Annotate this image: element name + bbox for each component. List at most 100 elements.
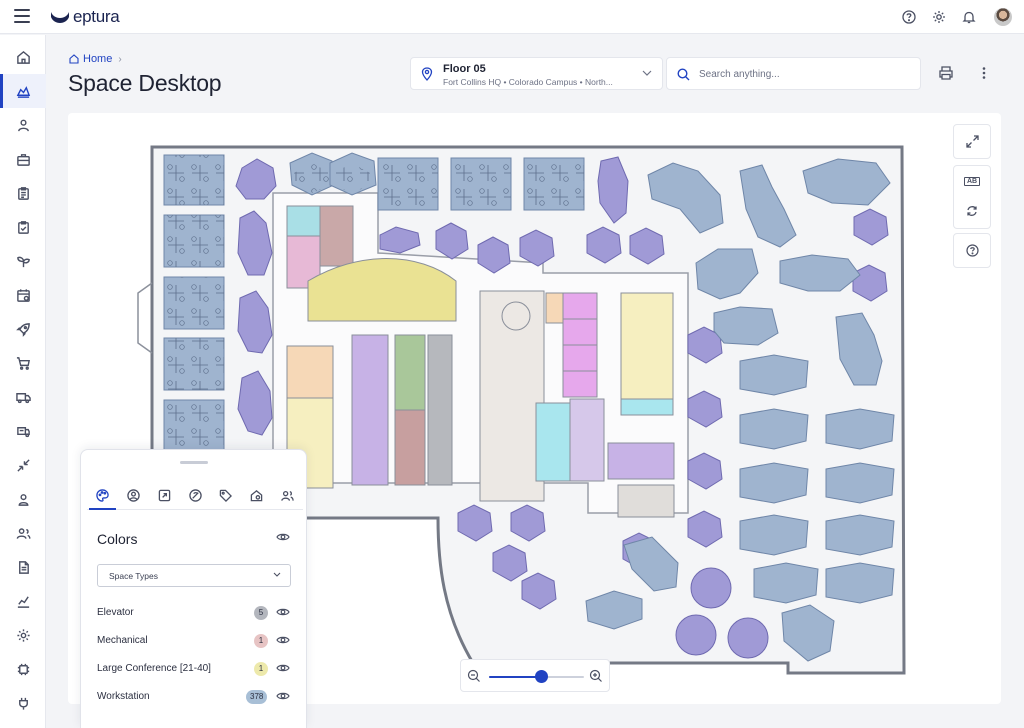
room-open-area[interactable] — [479, 290, 545, 502]
nav-plug-icon[interactable] — [0, 686, 46, 720]
workstation-cluster[interactable] — [163, 154, 225, 206]
help-circle-icon[interactable] — [900, 8, 918, 26]
help-control — [953, 233, 991, 268]
room-green[interactable] — [394, 334, 426, 411]
legend-row[interactable]: Large Conference [21-40] 1 — [97, 661, 297, 677]
tab-home-settings-icon[interactable] — [241, 482, 272, 509]
nav-document-icon[interactable] — [0, 550, 46, 584]
eye-icon[interactable] — [276, 691, 290, 701]
oct-pod[interactable] — [675, 614, 717, 656]
tab-people-icon[interactable] — [272, 482, 303, 509]
floor-location: Fort Collins HQ • Colorado Campus • Nort… — [443, 77, 613, 87]
nav-cart-icon[interactable] — [0, 346, 46, 380]
brand-logo[interactable]: eptura — [50, 7, 120, 27]
nav-clipboard-list-icon[interactable] — [0, 176, 46, 210]
workstation-pod[interactable] — [739, 354, 809, 396]
eye-icon[interactable] — [276, 607, 290, 617]
room-stair-2[interactable] — [617, 484, 675, 518]
workstation-cluster[interactable] — [163, 276, 225, 330]
room-elevator[interactable] — [319, 205, 354, 267]
room-lavender-2[interactable] — [569, 398, 605, 482]
workstation-cluster[interactable] — [377, 157, 439, 211]
workstation-cluster[interactable] — [450, 157, 512, 211]
legend-row[interactable]: Workstation 378 — [97, 689, 297, 705]
nav-home-icon[interactable] — [0, 40, 46, 74]
eye-icon[interactable] — [276, 663, 290, 673]
more-vertical-icon[interactable] — [979, 65, 989, 81]
room-stair[interactable] — [286, 205, 321, 237]
floor-selector[interactable]: Floor 05 Fort Collins HQ • Colorado Camp… — [410, 57, 663, 90]
gear-icon[interactable] — [930, 8, 948, 26]
workstation-pod[interactable] — [825, 562, 895, 604]
room-cyan[interactable] — [535, 402, 571, 482]
hamburger-menu-icon[interactable] — [14, 9, 30, 23]
workstation-pod[interactable] — [739, 462, 809, 504]
room-magenta-2[interactable] — [562, 318, 598, 346]
nav-user-badge-icon[interactable] — [0, 482, 46, 516]
zoom-slider-thumb[interactable] — [535, 670, 549, 683]
nav-truck-icon[interactable] — [0, 380, 46, 414]
nav-spaces-icon[interactable] — [0, 74, 46, 108]
workstation-cluster[interactable] — [163, 399, 225, 453]
nav-people-icon[interactable] — [0, 108, 46, 142]
room-peach-large[interactable] — [286, 345, 334, 399]
nav-clipboard-check-icon[interactable] — [0, 210, 46, 244]
workstation-cluster[interactable] — [523, 157, 585, 211]
nav-users-icon[interactable] — [0, 516, 46, 550]
zoom-control — [460, 659, 610, 692]
nav-chip-icon[interactable] — [0, 652, 46, 686]
workstation-pod[interactable] — [825, 514, 895, 556]
bell-icon[interactable] — [960, 8, 978, 26]
zoom-in-icon[interactable] — [589, 669, 603, 683]
nav-rocket-icon[interactable] — [0, 312, 46, 346]
oct-pod[interactable] — [727, 617, 769, 659]
room-cream-grid[interactable] — [620, 292, 674, 400]
user-avatar[interactable] — [994, 8, 1012, 26]
nav-chart-icon[interactable] — [0, 584, 46, 618]
nav-sprout-icon[interactable] — [0, 244, 46, 278]
expand-icon[interactable] — [954, 125, 990, 158]
workstation-pod[interactable] — [825, 462, 895, 504]
workstation-pod[interactable] — [739, 408, 809, 450]
oct-pod[interactable] — [690, 567, 732, 609]
workstation-cluster[interactable] — [163, 337, 225, 391]
nav-briefcase-icon[interactable] — [0, 142, 46, 176]
room-cyan-strip[interactable] — [620, 398, 674, 416]
zoom-out-icon[interactable] — [467, 669, 481, 683]
tab-person-icon[interactable] — [118, 482, 149, 509]
breadcrumb-home-link[interactable]: Home — [83, 53, 112, 65]
room-elevator-bank[interactable] — [427, 334, 453, 486]
workstation-pod[interactable] — [825, 408, 895, 450]
help-icon[interactable] — [954, 234, 990, 267]
tab-tag-icon[interactable] — [210, 482, 241, 509]
room-lavender-3[interactable] — [607, 442, 675, 480]
workstation-pod[interactable] — [753, 562, 819, 604]
workstation-cluster[interactable] — [163, 214, 225, 268]
search-input[interactable] — [699, 66, 909, 82]
tab-no-booking-icon[interactable] — [180, 482, 211, 509]
room-magenta-3[interactable] — [562, 344, 598, 372]
zoom-slider-track[interactable] — [489, 670, 584, 683]
room-peach[interactable] — [545, 292, 564, 324]
workstation-pod[interactable] — [739, 514, 809, 556]
printer-icon[interactable] — [938, 65, 954, 81]
room-lavender[interactable] — [351, 334, 389, 486]
workstation-pod[interactable] — [713, 306, 779, 346]
eye-icon[interactable] — [276, 532, 290, 542]
eye-icon[interactable] — [276, 635, 290, 645]
tab-rocket-icon[interactable] — [149, 482, 180, 509]
nav-calendar-icon[interactable] — [0, 278, 46, 312]
nav-settings-icon[interactable] — [0, 618, 46, 652]
nav-shrink-icon[interactable] — [0, 448, 46, 482]
label-toggle-icon[interactable]: AB — [954, 166, 990, 196]
legend-row[interactable]: Elevator 5 — [97, 605, 297, 621]
refresh-icon[interactable] — [954, 196, 990, 226]
panel-drag-handle[interactable] — [180, 461, 208, 464]
room-magenta-4[interactable] — [562, 370, 598, 398]
nav-delivery-icon[interactable] — [0, 414, 46, 448]
room-rose[interactable] — [394, 409, 426, 486]
legend-row[interactable]: Mechanical 1 — [97, 633, 297, 649]
room-magenta-1[interactable] — [562, 292, 598, 320]
space-types-select[interactable]: Space Types — [97, 564, 291, 587]
tab-palette-icon[interactable] — [87, 482, 118, 510]
